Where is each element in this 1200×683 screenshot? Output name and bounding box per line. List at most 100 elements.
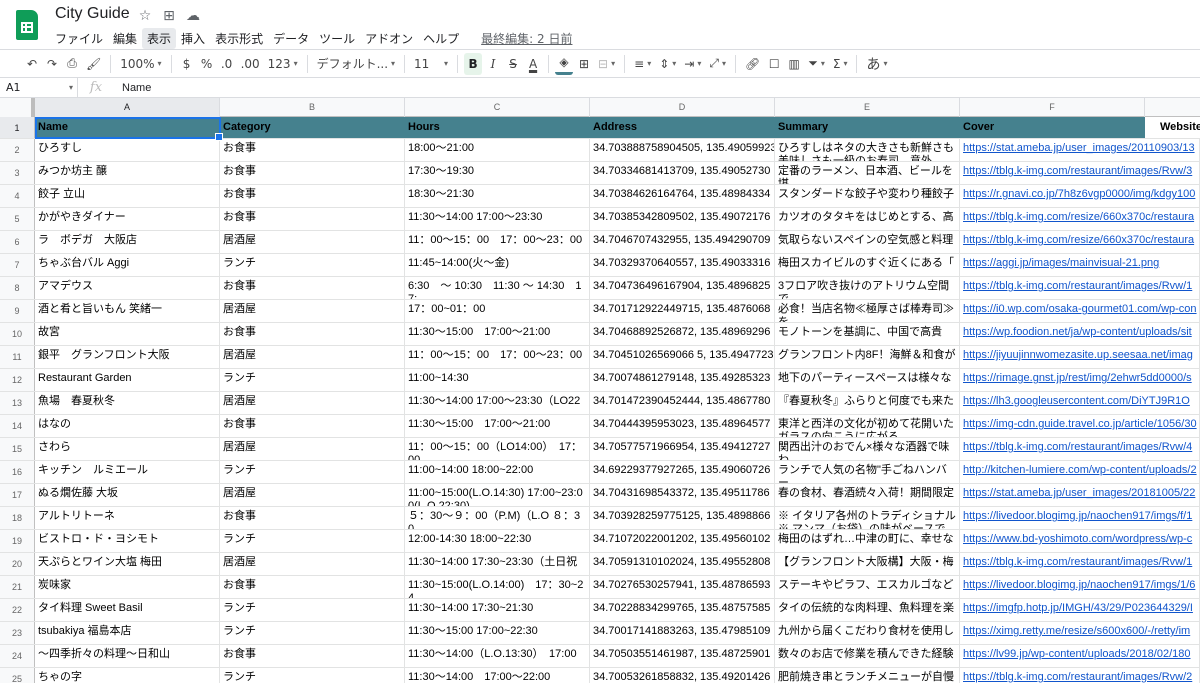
cell[interactable]: さわら (35, 438, 220, 460)
cell[interactable]: 必食！当店名物≪極厚さば棒寿司≫を (775, 300, 960, 322)
undo-icon[interactable]: ↶ (23, 53, 41, 75)
cell[interactable]: 九州から届くこだわり食材を使用し (775, 622, 960, 644)
star-icon[interactable]: ☆ (137, 8, 153, 24)
cell[interactable]: 34.703888758904505, 135.49059923 (590, 139, 775, 161)
cell[interactable]: お食事 (220, 277, 405, 299)
column-header[interactable] (1145, 98, 1200, 117)
cell[interactable]: 34.704736496167904, 135.4896825 (590, 277, 775, 299)
row-number[interactable]: 11 (0, 346, 35, 368)
cell[interactable]: https://i0.wp.com/osaka-gourmet01.com/wp… (960, 300, 1200, 322)
row-number[interactable]: 6 (0, 231, 35, 253)
menu-item[interactable]: ファイル (50, 28, 108, 49)
row-number[interactable]: 19 (0, 530, 35, 552)
cell[interactable]: 34.70591310102024, 135.49552808 (590, 553, 775, 575)
bold-button[interactable]: B (464, 52, 483, 75)
row-number[interactable]: 18 (0, 507, 35, 529)
cell[interactable]: 定番のラーメン、日本酒、ビールを堪 (775, 162, 960, 184)
more-formats-button[interactable]: 123 (265, 53, 301, 75)
cell[interactable]: お食事 (220, 139, 405, 161)
cell[interactable]: かがやきダイナー (35, 208, 220, 230)
cell[interactable]: 34.703928259775125, 135.4898866 (590, 507, 775, 529)
strikethrough-button[interactable]: S (504, 53, 522, 75)
column-header[interactable]: A (35, 98, 220, 117)
cell[interactable]: https://www.bd-yoshimoto.com/wordpress/w… (960, 530, 1200, 552)
row-number[interactable]: 9 (0, 300, 35, 322)
cell[interactable]: 34.701712922449715, 135.4876068 (590, 300, 775, 322)
cloud-status-icon[interactable]: ☁ (185, 8, 201, 24)
cell[interactable]: お食事 (220, 162, 405, 184)
row-number[interactable]: 21 (0, 576, 35, 598)
cell[interactable]: カツオのタタキをはじめとする、高 (775, 208, 960, 230)
cell[interactable]: https://wp.foodion.net/ja/wp-content/upl… (960, 323, 1200, 345)
cell[interactable]: ステーキやピラフ、エスカルゴなど (775, 576, 960, 598)
cell[interactable]: Summary (775, 117, 960, 138)
cell[interactable]: ひろすしはネタの大きさも新鮮さも美味しさも一級のお寿司。意外 (775, 139, 960, 161)
menu-item[interactable]: 編集 (108, 28, 142, 49)
cell[interactable]: お食事 (220, 576, 405, 598)
font-select[interactable]: デフォルト... (314, 53, 398, 75)
cell[interactable]: 6:30 〜 10:30 11:30 〜 14:30 17: (405, 277, 590, 299)
vertical-align-icon[interactable]: ⇕ (656, 53, 679, 75)
cell[interactable]: https://lh3.googleusercontent.com/DiYTJ9… (960, 392, 1200, 414)
column-header[interactable]: E (775, 98, 960, 117)
cell[interactable]: Restaurant Garden (35, 369, 220, 391)
cell[interactable]: https://r.gnavi.co.jp/7h8z6vgp0000/img/k… (960, 185, 1200, 207)
currency-button[interactable]: $ (178, 53, 196, 75)
cell[interactable]: 18:30〜21:30 (405, 185, 590, 207)
cell[interactable]: https://stat.ameba.jp/user_images/201109… (960, 139, 1200, 161)
row-number[interactable]: 3 (0, 162, 35, 184)
cell[interactable]: ランチ (220, 530, 405, 552)
cell[interactable]: タイの伝統的な肉料理、魚料理を楽 (775, 599, 960, 621)
font-size-select[interactable]: 11 (411, 53, 451, 75)
cell[interactable]: 11:30~14:00 17:30~21:30 (405, 599, 590, 621)
cell[interactable]: キッチン ルミエール (35, 461, 220, 483)
cell[interactable]: ランチ (220, 668, 405, 683)
cell[interactable]: 17：00~01：00 (405, 300, 590, 322)
cell[interactable]: 居酒屋 (220, 231, 405, 253)
cell[interactable]: 34.70017141883263, 135.47985109 (590, 622, 775, 644)
column-header[interactable]: C (405, 98, 590, 117)
cell[interactable]: お食事 (220, 415, 405, 437)
text-wrap-icon[interactable]: ⇥ (681, 53, 704, 75)
cell[interactable]: ※ イタリア各州のトラディショナル ※ マンマ（お袋）の味がベースです (775, 507, 960, 529)
cell[interactable]: 11:30〜15:00 17:00〜21:00 (405, 415, 590, 437)
row-number[interactable]: 2 (0, 139, 35, 161)
cell[interactable]: 11:30〜14:00 17:00〜23:30 (405, 208, 590, 230)
row-number[interactable]: 4 (0, 185, 35, 207)
cell[interactable]: ５：30〜９：00（P.M)（L.O ８：30 (405, 507, 590, 529)
cell[interactable]: 居酒屋 (220, 346, 405, 368)
row-number[interactable]: 8 (0, 277, 35, 299)
cell[interactable]: 梅田のはずれ…中津の町に、幸せな (775, 530, 960, 552)
cell[interactable]: 11:30〜15:00 17:00~22:30 (405, 622, 590, 644)
filter-icon[interactable]: ⏷ (805, 53, 828, 75)
cell[interactable]: みつか坊主 醸 (35, 162, 220, 184)
paint-format-icon[interactable]: 🖌︎ (83, 53, 104, 75)
row-number[interactable]: 5 (0, 208, 35, 230)
cell[interactable]: アルトリトーネ (35, 507, 220, 529)
cell[interactable]: ランチ (220, 461, 405, 483)
cell[interactable]: 梅田スカイビルのすぐ近くにある「 (775, 254, 960, 276)
cell[interactable]: 34.70228834299765, 135.48757585 (590, 599, 775, 621)
cell[interactable]: 11:30〜15:00 17:00〜21:00 (405, 323, 590, 345)
cell[interactable]: https://tblg.k-img.com/restaurant/images… (960, 438, 1200, 460)
cell[interactable]: 酒と肴と旨いもん 笑緒一 (35, 300, 220, 322)
cell[interactable]: ちゃの字 (35, 668, 220, 683)
row-number[interactable]: 22 (0, 599, 35, 621)
column-header[interactable]: F (960, 98, 1145, 117)
cell[interactable]: 11:00~15:00(L.O.14:30) 17:00~23:00(L.O.2… (405, 484, 590, 506)
cell[interactable]: ランチで人気の名物"手ごねハンバー (775, 461, 960, 483)
cell[interactable]: 地下のパーティースペースは様々な (775, 369, 960, 391)
cell[interactable]: 34.70053261858832, 135.49201426 (590, 668, 775, 683)
cell[interactable]: 34.70431698543372, 135.49511786 (590, 484, 775, 506)
menu-item[interactable]: ツール (314, 28, 360, 49)
menu-item[interactable]: データ (268, 28, 314, 49)
cell[interactable]: 3フロア吹き抜けのアトリウム空間で (775, 277, 960, 299)
input-tools-button[interactable]: あ (863, 53, 890, 75)
cell[interactable]: https://rimage.gnst.jp/rest/img/2ehwr5dd… (960, 369, 1200, 391)
cell[interactable]: 18:00〜21:00 (405, 139, 590, 161)
horizontal-align-icon[interactable]: ≡ (631, 53, 654, 75)
cell[interactable]: 11:30~15:00(L.O.14:00) 17：30~24 (405, 576, 590, 598)
cell[interactable]: 餃子 立山 (35, 185, 220, 207)
cell[interactable]: https://aggi.jp/images/mainvisual-21.png (960, 254, 1200, 276)
cell[interactable]: 34.70384626164764, 135.48984334 (590, 185, 775, 207)
